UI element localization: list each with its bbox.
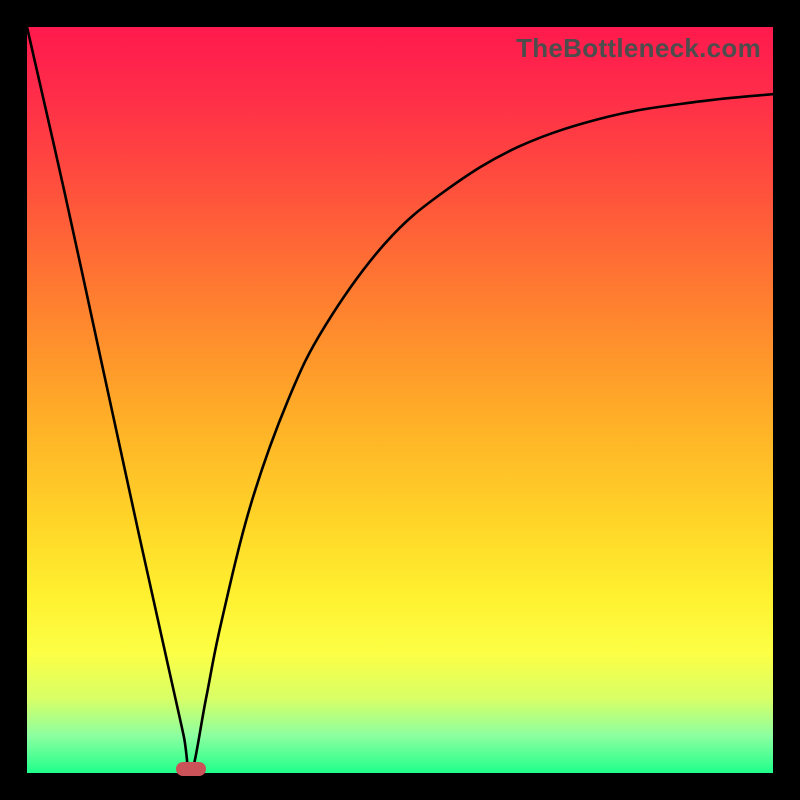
valley-marker: [176, 762, 206, 776]
chart-plot-area: TheBottleneck.com: [27, 27, 773, 773]
chart-frame: TheBottleneck.com: [0, 0, 800, 800]
bottleneck-curve: [27, 27, 773, 773]
curve-layer: [27, 27, 773, 773]
